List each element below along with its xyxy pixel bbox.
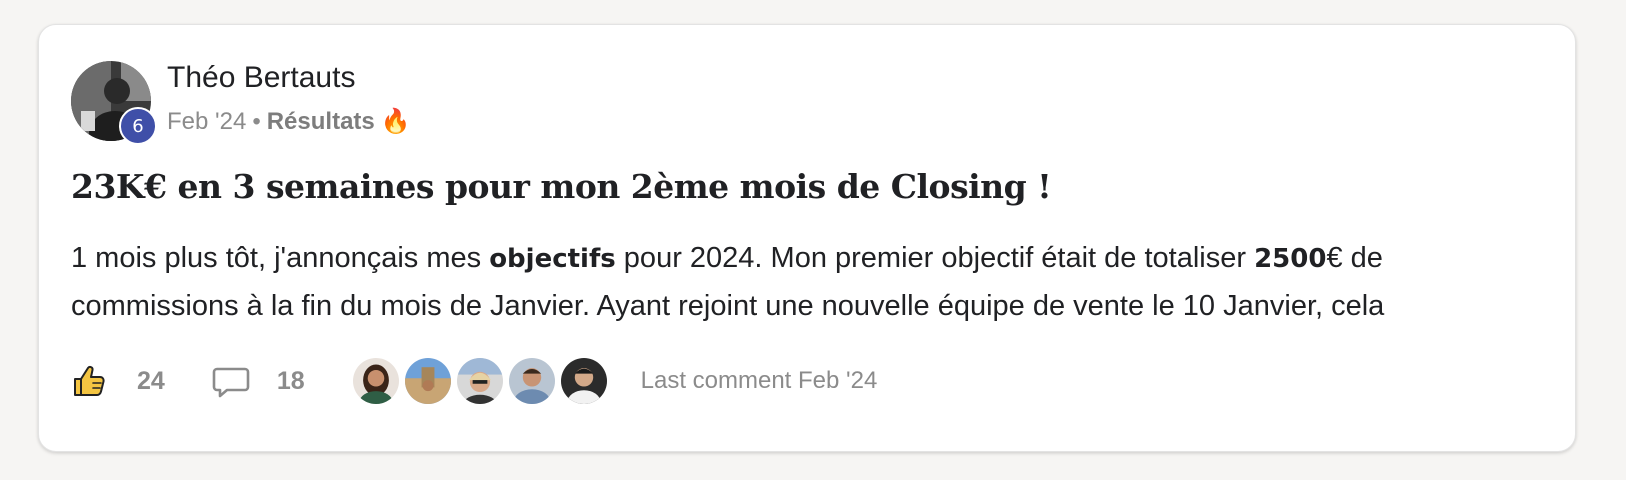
thumbs-up-icon bbox=[74, 365, 105, 396]
meta-separator: • bbox=[252, 107, 261, 135]
post-meta: Feb '24 • Résultats 🔥 bbox=[167, 107, 411, 136]
commenter-avatar bbox=[454, 356, 505, 406]
comment-count: 18 bbox=[276, 366, 305, 395]
comment-button[interactable]: 18 bbox=[165, 361, 305, 401]
comment-bubble-icon bbox=[212, 367, 250, 398]
last-comment-text: Last comment Feb '24 bbox=[640, 367, 878, 394]
post-category[interactable]: Résultats bbox=[267, 108, 375, 136]
post-date: Feb '24 bbox=[167, 107, 247, 135]
excerpt-bold-1: objectifs bbox=[489, 244, 616, 274]
commenter-avatar bbox=[402, 356, 453, 406]
author-name[interactable]: Théo Bertauts bbox=[167, 61, 355, 95]
commenter-avatar bbox=[558, 356, 609, 406]
excerpt-text-2: pour 2024. Mon premier objectif était de… bbox=[615, 242, 1255, 274]
fire-icon: 🔥 bbox=[380, 108, 411, 135]
post-excerpt[interactable]: 1 mois plus tôt, j'annonçais mes objecti… bbox=[71, 235, 1511, 330]
commenter-avatar bbox=[506, 356, 557, 406]
like-button[interactable]: 24 bbox=[71, 361, 165, 401]
excerpt-bold-2: 2500 bbox=[1254, 244, 1327, 274]
post-title[interactable]: 23K€ en 3 semaines pour mon 2ème mois de… bbox=[71, 167, 1052, 206]
commenter-avatar bbox=[350, 356, 401, 406]
excerpt-text-1: 1 mois plus tôt, j'annonçais mes bbox=[71, 242, 490, 274]
post-footer: 24 18 Last comment Feb '24 bbox=[71, 355, 877, 407]
like-count: 24 bbox=[137, 366, 165, 395]
post-card[interactable]: 6 Théo Bertauts Feb '24 • Résultats 🔥 23… bbox=[38, 24, 1576, 452]
level-badge: 6 bbox=[119, 107, 157, 145]
commenter-avatars[interactable] bbox=[350, 356, 609, 406]
author-avatar[interactable]: 6 bbox=[71, 61, 157, 145]
